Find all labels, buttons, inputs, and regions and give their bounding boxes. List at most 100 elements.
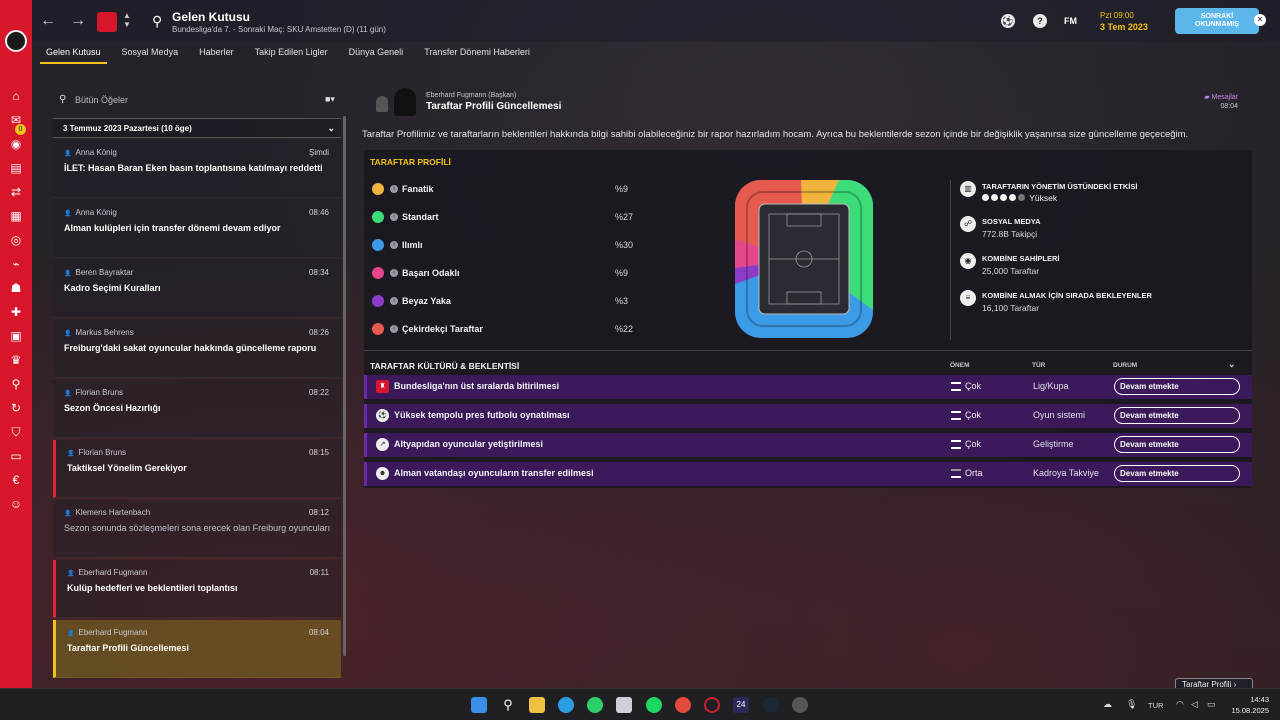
expectation-row[interactable]: ☻ Alman vatandaşı oyuncuların transfer e… [364,462,1252,486]
help-icon[interactable]: ? [1033,14,1047,28]
vertical-divider [950,180,951,340]
wifi-icon[interactable]: ◠ [1176,699,1184,710]
squad-icon[interactable]: ▤ [9,161,23,175]
close-icon[interactable]: ✕ [1254,14,1266,26]
info-icon[interactable]: i [390,269,398,277]
club-switch-icon[interactable]: ▲ ▼ [123,11,131,29]
continue-button[interactable]: SONRAKİ OKUNMAMIŞ [1175,8,1259,34]
medical-icon[interactable]: ✚ [9,305,23,319]
message-subject: Kulüp hedefleri ve beklentileri toplantı… [67,583,238,593]
home-icon[interactable]: ⌂ [9,89,23,103]
info-icon[interactable]: i [390,241,398,249]
expectation-status[interactable]: Devam etmekte [1114,378,1240,395]
ball-icon[interactable]: ⚽ [1001,14,1015,28]
competitions-icon[interactable]: ♛ [9,353,23,367]
info-icon[interactable]: i [390,325,398,333]
store-icon[interactable] [616,697,632,713]
fan-group-row[interactable]: i Beyaz Yaka %3 [372,295,632,309]
col-header-status[interactable]: DURUM [1113,362,1137,369]
opera-icon[interactable] [704,697,720,713]
tab-social-media[interactable]: Sosyal Medya [116,44,185,64]
inbox-message[interactable]: Beren Bayraktar 08:34 Kadro Seçimi Kural… [53,260,341,318]
info-icon[interactable]: i [390,213,398,221]
system-clock[interactable]: 14:43 15.08.2025 [1229,694,1269,716]
tab-news[interactable]: Haberler [193,44,240,64]
fan-group-row[interactable]: i Çekirdekçi Taraftar %22 [372,323,634,337]
expectation-status[interactable]: Devam etmekte [1114,465,1240,482]
chevron-down-icon[interactable]: ⌄ [1228,359,1236,370]
inbox-message[interactable]: Eberhard Fugmann 08:11 Kulüp hedefleri v… [53,560,341,618]
expectation-status[interactable]: Devam etmekte [1114,407,1240,424]
finances-icon[interactable]: ▭ [9,449,23,463]
date-group-header[interactable]: 3 Temmuz 2023 Pazartesi (10 öge) ⌄ [53,118,341,138]
club-icon[interactable]: ◉ [9,137,23,151]
search-icon[interactable]: ⚲ [9,377,23,391]
inbox-message-selected[interactable]: Eberhard Fugmann 08:04 Taraftar Profili … [53,620,341,678]
inbox-message[interactable]: Anna König Şimdi İLET: Hasan Baran Eken … [53,140,341,198]
microphone-icon[interactable]: 🎙 [1126,699,1137,710]
fan-group-name: Fanatik [402,184,434,194]
col-header-importance[interactable]: ÖNEM [950,362,970,369]
battery-icon[interactable]: ▭ [1207,699,1216,710]
fm-menu-button[interactable]: FM [1064,16,1077,26]
fan-group-row[interactable]: i Fanatik %9 [372,183,632,197]
spotify-icon[interactable] [646,697,662,713]
euro-icon[interactable]: € [9,473,23,487]
inbox-message[interactable]: Klemens Hartenbach 08:12 Sezon sonunda s… [53,500,341,558]
tab-followed-leagues[interactable]: Takip Edilen Ligler [249,44,334,64]
inbox-message[interactable]: Anna König 08:46 Alman kulüpleri için tr… [53,200,341,258]
tab-transfer-news[interactable]: Transfer Dönemi Haberleri [418,44,536,64]
volume-icon[interactable]: ◁ [1191,699,1198,710]
transfers-icon[interactable]: ⇄ [9,185,23,199]
inbox-message[interactable]: Florian Bruns 08:15 Taktiksel Yönelim Ge… [53,440,341,498]
steam-icon[interactable] [763,697,779,713]
chrome-icon[interactable] [675,697,691,713]
fm24-icon[interactable]: 24 [733,697,749,713]
message-category[interactable]: ▰ Mesajlar [1204,93,1238,101]
social-media-icon: ☍ [960,216,976,232]
development-icon[interactable]: ↻ [9,401,23,415]
stat-value: Yüksek [1029,193,1058,203]
schedule-icon[interactable]: ▣ [9,329,23,343]
inbox-message[interactable]: Markus Behrens 08:26 Freiburg'daki sakat… [53,320,341,378]
cloud-icon[interactable]: ☁ [1103,699,1112,710]
manager-icon[interactable]: ☺ [9,497,23,511]
scouting-icon[interactable]: ◎ [9,233,23,247]
expectation-status[interactable]: Devam etmekte [1114,436,1240,453]
fan-group-row[interactable]: i Standart %27 [372,211,633,225]
info-icon[interactable]: i [390,297,398,305]
inbox-filter[interactable]: ⚲ Bütün Öğeler ■▾ [53,88,341,112]
training-icon[interactable]: ⌁ [9,257,23,271]
language-indicator[interactable]: TUR [1148,701,1163,710]
forward-arrow-icon[interactable]: → [70,12,86,30]
folder-icon[interactable] [529,697,545,713]
filter-menu-icon[interactable]: ■▾ [325,94,335,105]
expectation-row[interactable]: ⚽ Yüksek tempolu pres futbolu oynatılmas… [364,404,1252,428]
tab-inbox[interactable]: Gelen Kutusu [40,44,107,64]
search-icon[interactable]: ⚲ [152,13,162,30]
staff-icon[interactable]: ☗ [9,281,23,295]
search-icon[interactable]: ⚲ [500,697,516,713]
fan-group-row[interactable]: i Ilımlı %30 [372,239,633,253]
app-icon[interactable] [792,697,808,713]
back-arrow-icon[interactable]: ← [40,12,56,30]
info-icon[interactable]: i [390,185,398,193]
game-date: 3 Tem 2023 [1100,22,1148,32]
club-badge-icon[interactable] [97,12,117,32]
expectation-row[interactable]: ♜ Bundesliga'nın üst sıralarda bitirilme… [364,375,1252,399]
message-from[interactable]: Eberhard Fugmann (Başkan) [426,92,516,99]
edge-icon[interactable] [558,697,574,713]
fan-group-row[interactable]: i Başarı Odaklı %9 [372,267,632,281]
whatsapp-icon[interactable] [587,697,603,713]
tab-world[interactable]: Dünya Geneli [343,44,410,64]
col-header-type[interactable]: TÜR [1032,362,1045,369]
board-icon[interactable]: ⛉ [9,425,23,439]
fan-group-pct: %22 [615,324,634,334]
tactics-icon[interactable]: ▦ [9,209,23,223]
expectation-row[interactable]: ↗ Altyapıdan oyuncular yetiştirilmesi Ço… [364,433,1252,457]
inbox-scrollbar[interactable] [343,116,346,656]
chevron-down-icon[interactable]: ⌄ [327,123,335,134]
start-icon[interactable] [471,697,487,713]
manager-avatar[interactable] [5,30,27,52]
inbox-message[interactable]: Florian Bruns 08:22 Sezon Öncesi Hazırlı… [53,380,341,438]
